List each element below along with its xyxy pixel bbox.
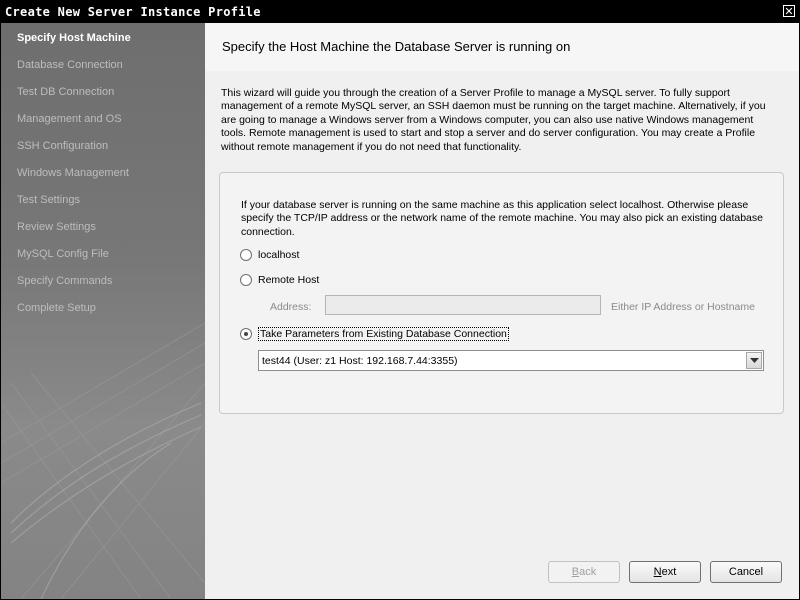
connection-select-value: test44 (User: z1 Host: 192.168.7.44:3355… <box>262 355 458 367</box>
sidebar-step: Complete Setup <box>17 302 96 314</box>
address-input[interactable] <box>325 295 601 315</box>
connection-select[interactable]: test44 (User: z1 Host: 192.168.7.44:3355… <box>258 350 764 371</box>
back-mnemonic: B <box>571 566 580 578</box>
group-description: If your database server is running on th… <box>241 199 763 238</box>
next-label-rest: ext <box>661 566 677 578</box>
cancel-button[interactable]: Cancel <box>710 561 782 583</box>
sidebar-step: SSH Configuration <box>17 140 109 152</box>
sidebar-step: Specify Host Machine <box>17 32 131 44</box>
remote-host-label[interactable]: Remote Host <box>258 274 319 286</box>
sidebar-step: Specify Commands <box>17 275 113 287</box>
address-label: Address: <box>270 301 312 313</box>
intro-text: This wizard will guide you through the c… <box>221 87 766 153</box>
page-title: Specify the Host Machine the Database Se… <box>222 39 571 54</box>
window-title: Create New Server Instance Profile <box>5 5 261 19</box>
next-button[interactable]: Next <box>629 561 701 583</box>
close-icon[interactable]: ✕ <box>783 5 795 17</box>
back-label-rest: ack <box>579 566 597 578</box>
remote-host-radio[interactable] <box>240 274 252 286</box>
sidebar-step: MySQL Config File <box>17 248 109 260</box>
back-button[interactable]: Back <box>548 561 620 583</box>
wizard-window: Create New Server Instance Profile ✕ Spe… <box>0 0 800 600</box>
title-bar[interactable]: Create New Server Instance Profile ✕ <box>1 1 799 23</box>
sidebar-step: Test Settings <box>17 194 80 206</box>
address-hint: Either IP Address or Hostname <box>611 301 755 313</box>
sidebar-step: Database Connection <box>17 59 123 71</box>
localhost-radio[interactable] <box>240 249 252 261</box>
sidebar-step: Windows Management <box>17 167 129 179</box>
localhost-label[interactable]: localhost <box>258 249 299 261</box>
existing-connection-label[interactable]: Take Parameters from Existing Database C… <box>258 327 509 341</box>
header-band: Specify the Host Machine the Database Se… <box>205 23 799 71</box>
sidebar-step: Test DB Connection <box>17 86 115 98</box>
wizard-content: Specify the Host Machine the Database Se… <box>205 23 799 599</box>
sidebar-step: Review Settings <box>17 221 96 233</box>
next-mnemonic: N <box>653 566 662 578</box>
existing-connection-radio[interactable] <box>240 328 252 340</box>
wizard-steps-sidebar: Specify Host Machine Database Connection T… <box>1 23 205 599</box>
chevron-down-icon[interactable] <box>746 352 762 369</box>
host-selection-group: If your database server is running on th… <box>219 172 784 414</box>
sidebar-step: Management and OS <box>17 113 122 125</box>
